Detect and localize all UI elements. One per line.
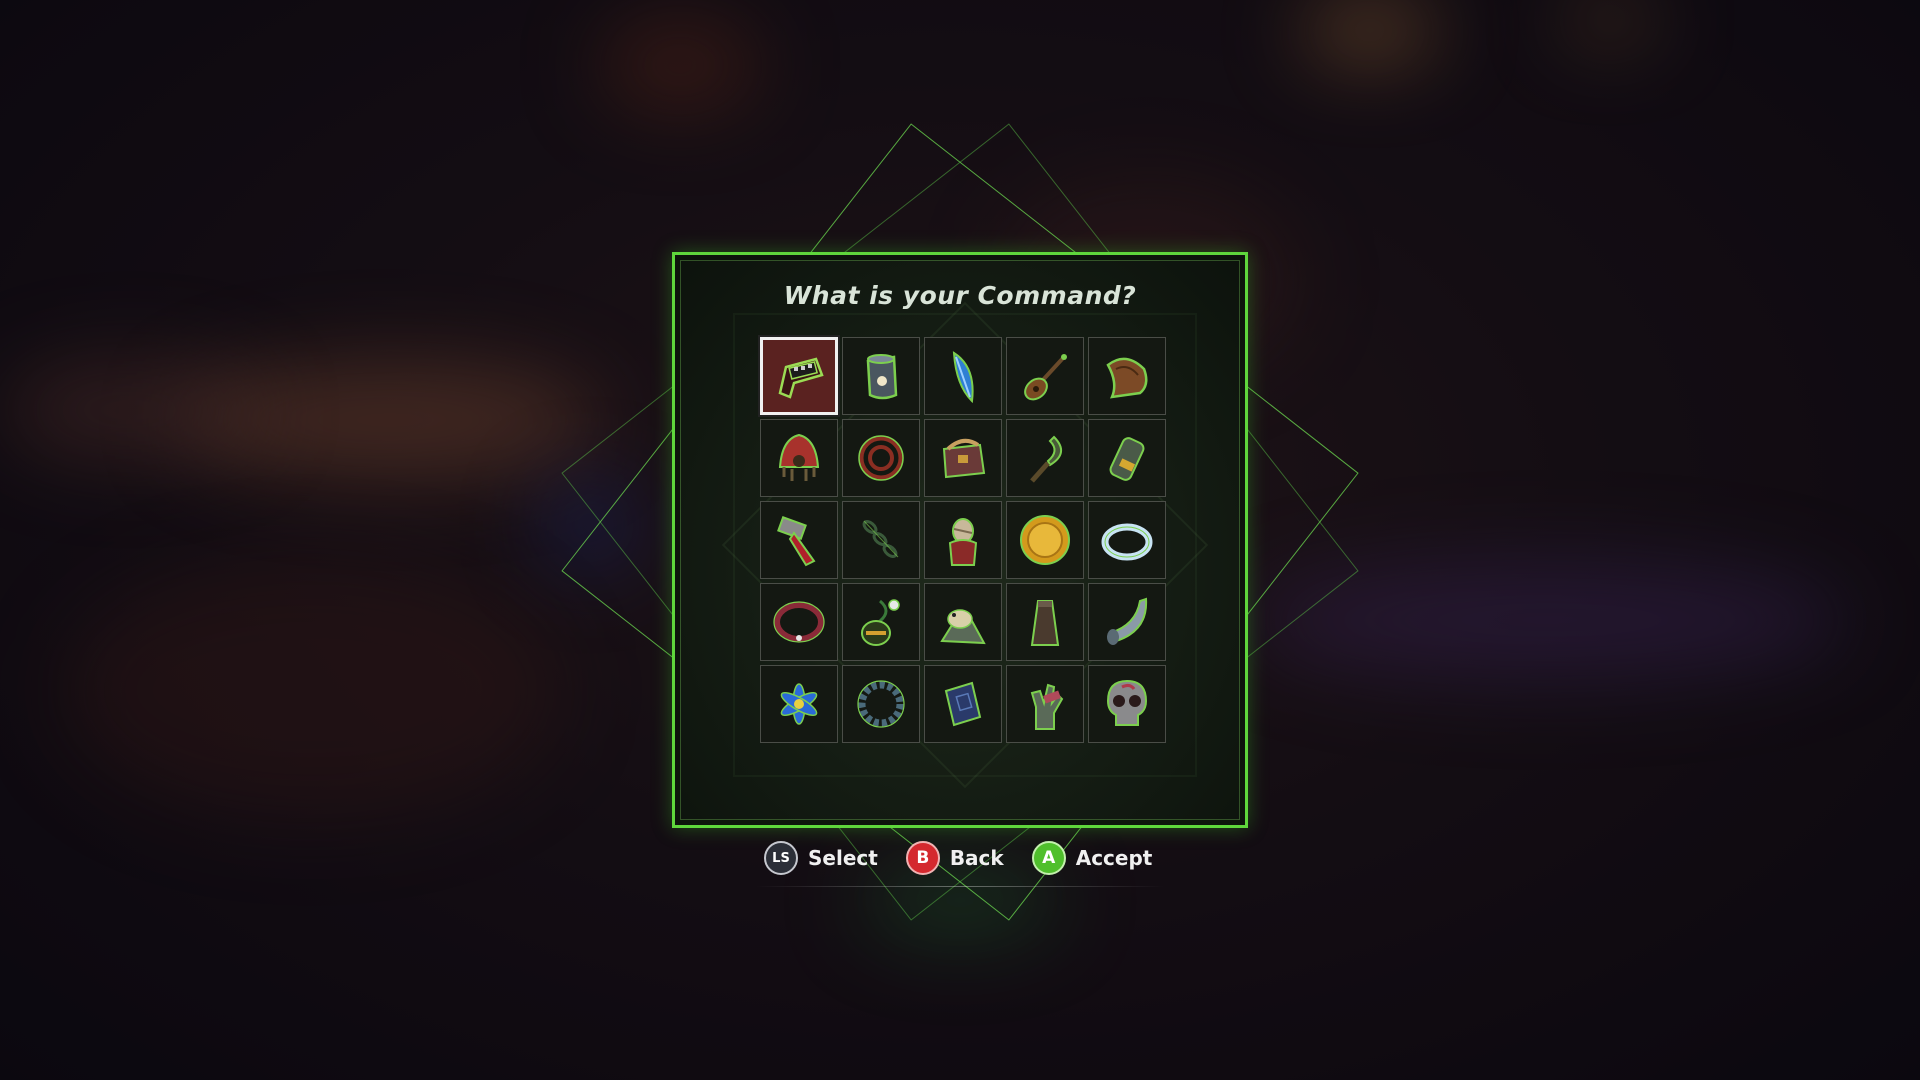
silver-ring-icon <box>1101 523 1153 561</box>
item-slot[interactable] <box>842 583 920 661</box>
item-slot[interactable] <box>1088 583 1166 661</box>
bird-figurine-icon <box>940 609 986 645</box>
b-button-icon: B <box>905 841 940 875</box>
capsule-icon <box>1109 437 1145 481</box>
blue-feather-icon <box>952 351 974 404</box>
item-slot[interactable] <box>1006 665 1084 743</box>
horn-icon <box>1107 597 1148 645</box>
item-slot[interactable] <box>1088 337 1166 415</box>
bread-loaf-icon <box>1106 357 1148 399</box>
item-slot[interactable] <box>924 501 1002 579</box>
red-hammer-icon <box>777 516 816 567</box>
coiled-whip-icon <box>858 435 904 481</box>
item-slot[interactable] <box>1006 419 1084 497</box>
item-slot[interactable] <box>924 337 1002 415</box>
hint-divider <box>756 886 1164 887</box>
red-bracelet-icon <box>773 601 825 643</box>
jar-icon <box>866 354 898 400</box>
item-slot[interactable] <box>842 665 920 743</box>
item-slot[interactable] <box>842 337 920 415</box>
select-label: Select <box>808 846 878 870</box>
gold-coin-icon <box>1020 515 1070 565</box>
button-hints: LS Select B Back A Accept <box>764 838 1164 878</box>
item-grid <box>760 337 1166 743</box>
skull-icon <box>1106 679 1148 726</box>
item-slot[interactable] <box>760 419 838 497</box>
book-icon <box>944 681 982 727</box>
item-slot[interactable] <box>760 665 838 743</box>
chain-icon <box>862 520 899 558</box>
a-button-icon: A <box>1031 841 1066 875</box>
command-dialog: What is your Command? <box>672 252 1248 828</box>
hand-statue-icon <box>1030 683 1064 730</box>
item-slot[interactable] <box>924 665 1002 743</box>
back-label: Back <box>949 846 1004 870</box>
dialog-title: What is your Command? <box>783 281 1137 310</box>
item-slot[interactable] <box>1006 501 1084 579</box>
item-slot[interactable] <box>924 419 1002 497</box>
item-slot[interactable] <box>760 337 838 415</box>
item-slot[interactable] <box>760 583 838 661</box>
lantern-plant-icon <box>861 599 900 646</box>
sickle-icon <box>1030 435 1062 483</box>
left-stick-icon: LS <box>764 841 798 875</box>
accept-label: Accept <box>1075 846 1153 870</box>
wreath-icon <box>857 680 905 728</box>
select-hint[interactable]: LS Select <box>764 841 878 875</box>
sack-icon <box>1030 600 1060 646</box>
accept-hint[interactable]: A Accept <box>1031 841 1153 875</box>
mummy-icon <box>948 518 978 566</box>
item-slot[interactable] <box>842 501 920 579</box>
guitar-icon <box>1024 354 1067 401</box>
item-slot[interactable] <box>1088 665 1166 743</box>
satchel-icon <box>942 438 986 479</box>
circuit-board-icon <box>778 357 824 399</box>
headdress-icon <box>778 433 820 481</box>
back-hint[interactable]: B Back <box>905 841 1004 875</box>
blue-flower-icon <box>780 683 818 725</box>
item-slot[interactable] <box>1006 583 1084 661</box>
item-slot[interactable] <box>1006 337 1084 415</box>
item-slot[interactable] <box>1088 501 1166 579</box>
item-slot[interactable] <box>924 583 1002 661</box>
item-slot[interactable] <box>760 501 838 579</box>
item-slot[interactable] <box>842 419 920 497</box>
item-slot[interactable] <box>1088 419 1166 497</box>
